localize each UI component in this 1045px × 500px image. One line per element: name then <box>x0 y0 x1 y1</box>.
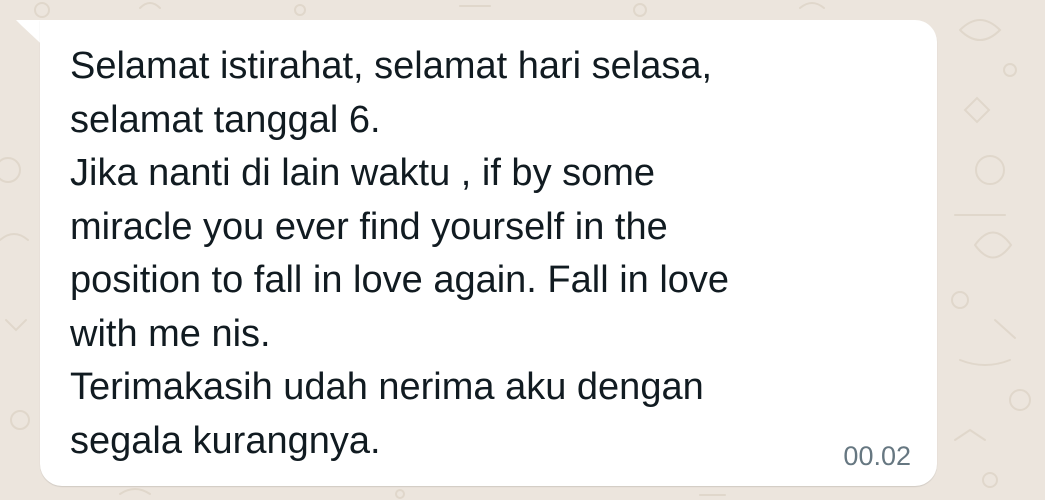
message-bubble-container: Selamat istirahat, selamat hari selasa, … <box>12 20 937 486</box>
incoming-message-bubble[interactable]: Selamat istirahat, selamat hari selasa, … <box>40 20 937 486</box>
message-text: Selamat istirahat, selamat hari selasa, … <box>70 45 730 462</box>
message-timestamp: 00.02 <box>843 441 911 471</box>
